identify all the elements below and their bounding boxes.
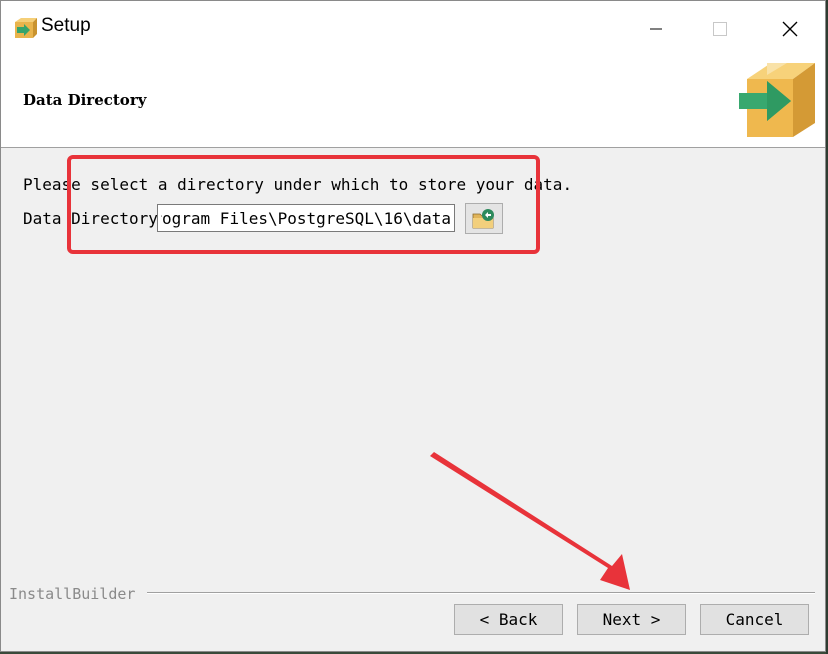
- wizard-header: Data Directory: [1, 57, 825, 148]
- maximize-icon: [713, 22, 727, 36]
- maximize-button[interactable]: [697, 1, 743, 57]
- window-title: Setup: [41, 15, 91, 36]
- data-directory-input[interactable]: [157, 204, 455, 232]
- close-button[interactable]: [767, 1, 813, 57]
- title-bar: Setup: [1, 1, 825, 57]
- back-button[interactable]: < Back: [454, 604, 563, 635]
- package-arrow-icon: [739, 63, 815, 137]
- content-area: Please select a directory under which to…: [1, 149, 825, 579]
- next-button[interactable]: Next >: [577, 604, 686, 635]
- page-title: Data Directory: [23, 91, 147, 109]
- folder-browse-icon: [472, 208, 494, 228]
- data-directory-label: Data Directory: [23, 209, 158, 228]
- footer-divider: [147, 592, 815, 594]
- installbuilder-brand: InstallBuilder: [9, 585, 136, 603]
- minimize-icon: [650, 28, 662, 30]
- browse-button[interactable]: [465, 203, 503, 234]
- app-icon: [15, 18, 37, 38]
- setup-window: Setup Data Directory Please select a dir…: [0, 0, 826, 652]
- cancel-button[interactable]: Cancel: [700, 604, 809, 635]
- minimize-button[interactable]: [633, 1, 679, 57]
- instruction-text: Please select a directory under which to…: [23, 175, 573, 194]
- close-icon: [782, 21, 798, 37]
